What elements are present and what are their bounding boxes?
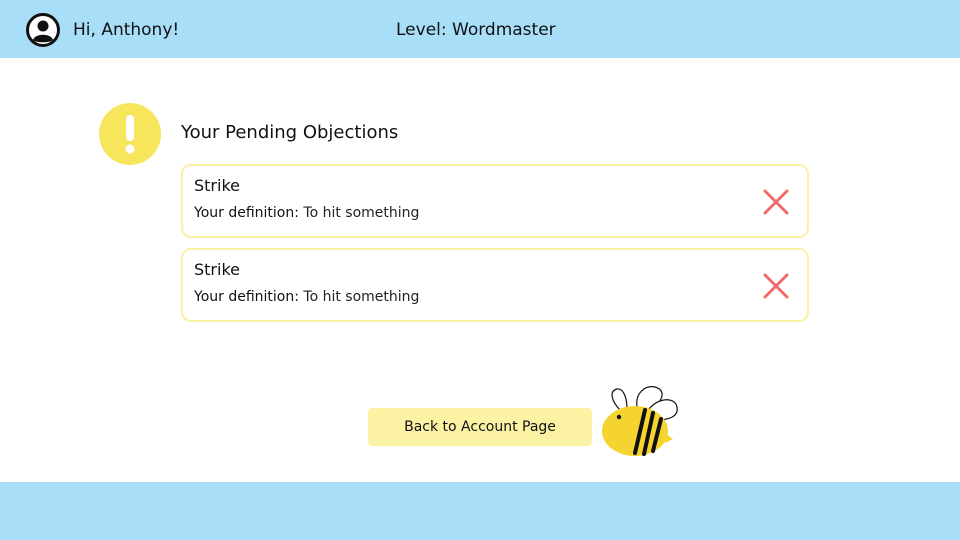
objection-card: Strike Your definition: To hit something xyxy=(181,248,809,322)
remove-objection-close-icon[interactable] xyxy=(762,272,790,300)
bee-icon xyxy=(602,386,678,456)
back-to-account-button[interactable]: Back to Account Page xyxy=(368,408,592,446)
exclamation-icon xyxy=(99,103,161,165)
objection-definition: Your definition: To hit something xyxy=(194,204,419,222)
section-title: Your Pending Objections xyxy=(181,122,399,143)
definition-value: To hit something xyxy=(303,205,420,221)
objection-definition: Your definition: To hit something xyxy=(194,288,419,306)
remove-objection-close-icon[interactable] xyxy=(762,188,790,216)
user-avatar-icon[interactable] xyxy=(26,13,60,47)
greeting-text: Hi, Anthony! xyxy=(73,20,180,40)
bottom-bar xyxy=(0,482,960,540)
definition-label: Your definition: xyxy=(194,205,299,221)
objection-word: Strike xyxy=(194,260,240,279)
objection-word: Strike xyxy=(194,176,240,195)
level-text: Level: Wordmaster xyxy=(396,20,556,40)
definition-label: Your definition: xyxy=(194,289,299,305)
objection-card: Strike Your definition: To hit something xyxy=(181,164,809,238)
definition-value: To hit something xyxy=(303,289,420,305)
top-bar: Hi, Anthony! Level: Wordmaster xyxy=(0,0,960,58)
